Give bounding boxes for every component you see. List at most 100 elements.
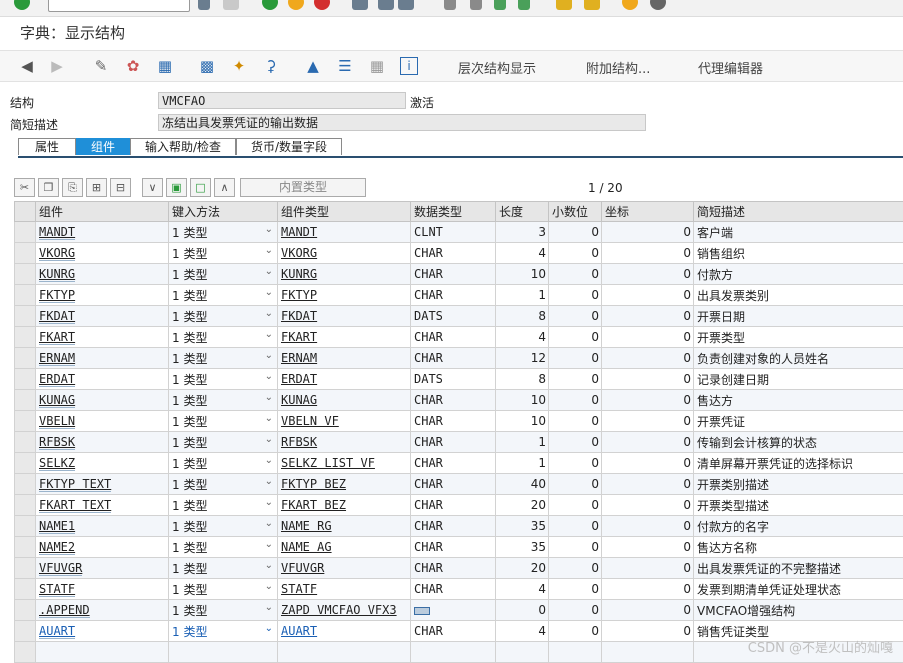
component-name[interactable]: .APPEND (39, 603, 90, 618)
table-row[interactable]: FKTYP1 类型⌄FKTYPCHAR100出具发票类别 (15, 285, 903, 306)
display-object-list-icon[interactable]: ☰ (336, 57, 354, 75)
activate-icon[interactable]: ▩ (198, 57, 216, 75)
last-page-icon[interactable] (518, 0, 530, 10)
component-name[interactable]: ERDAT (39, 372, 75, 387)
table-row[interactable]: KUNRG1 类型⌄KUNRGCHAR1000付款方 (15, 264, 903, 285)
table-row[interactable]: MANDT1 类型⌄MANDTCLNT300客户端 (15, 222, 903, 243)
chevron-down-icon[interactable]: ⌄ (265, 392, 273, 403)
component-type[interactable]: FKDAT (281, 309, 317, 323)
arrow-left-icon[interactable]: ◀ (18, 57, 36, 75)
typing-method[interactable]: 1 类型 (172, 520, 207, 534)
component-type[interactable]: FKTYP BEZ (281, 477, 346, 491)
select-all-icon[interactable]: ▣ (166, 178, 187, 197)
typing-method[interactable]: 1 类型 (172, 541, 207, 555)
component-type[interactable]: VKORG (281, 246, 317, 260)
typing-method[interactable]: 1 类型 (172, 331, 207, 345)
empty-cell[interactable] (169, 642, 278, 663)
empty-cell[interactable] (278, 642, 411, 663)
builtin-type-button[interactable]: 内置类型 (240, 178, 366, 197)
table-row[interactable]: ERDAT1 类型⌄ERDATDATS800记录创建日期 (15, 369, 903, 390)
table-row[interactable]: VFUVGR1 类型⌄VFUVGRCHAR2000出具发票凭证的不完整描述 (15, 558, 903, 579)
table-row[interactable]: FKDAT1 类型⌄FKDATDATS800开票日期 (15, 306, 903, 327)
back-icon[interactable] (262, 0, 278, 10)
component-type[interactable]: AUART (281, 624, 317, 638)
typing-method[interactable]: 1 类型 (172, 457, 207, 471)
command-field[interactable] (48, 0, 190, 12)
component-name[interactable]: FKTYP (39, 288, 75, 303)
typing-method[interactable]: 1 类型 (172, 394, 207, 408)
component-type[interactable]: ERDAT (281, 372, 317, 386)
component-type[interactable]: FKART BEZ (281, 498, 346, 512)
column-header[interactable]: 数据类型 (411, 202, 496, 222)
tab-attributes[interactable]: 属性 (18, 138, 76, 155)
append-structure-button[interactable]: 附加结构... (586, 58, 650, 77)
column-header[interactable]: 简短描述 (694, 202, 903, 222)
table-row[interactable]: VBELN1 类型⌄VBELN VFCHAR1000开票凭证 (15, 411, 903, 432)
column-header[interactable]: 键入方法 (169, 202, 278, 222)
table-row[interactable]: RFBSK1 类型⌄RFBSKCHAR100传输到会计核算的状态 (15, 432, 903, 453)
print-icon[interactable] (352, 0, 368, 10)
row-selector[interactable] (15, 390, 36, 411)
enter-check-icon[interactable] (14, 0, 30, 10)
chevron-down-icon[interactable]: ⌄ (265, 350, 273, 361)
chevron-down-icon[interactable]: ⌄ (265, 455, 273, 466)
row-selector[interactable] (15, 306, 36, 327)
check-icon[interactable]: ▦ (156, 57, 174, 75)
chevron-down-icon[interactable]: ⌄ (265, 245, 273, 256)
table-icon[interactable]: ▦ (368, 57, 386, 75)
column-header[interactable]: 坐标 (602, 202, 694, 222)
typing-method[interactable]: 1 类型 (172, 583, 207, 597)
typing-method[interactable]: 1 类型 (172, 310, 207, 324)
hierarchy-display-button[interactable]: 层次结构显示 (458, 58, 536, 77)
component-name[interactable]: KUNRG (39, 267, 75, 282)
double-chevron-left-icon[interactable] (198, 0, 210, 10)
expand-icon[interactable]: ∨ (142, 178, 163, 197)
component-type[interactable]: NAME RG (281, 519, 332, 533)
component-type[interactable]: STATF (281, 582, 317, 596)
gear-icon[interactable] (650, 0, 666, 10)
chevron-down-icon[interactable]: ⌄ (265, 602, 273, 613)
row-selector[interactable] (15, 264, 36, 285)
component-type[interactable]: KUNRG (281, 267, 317, 281)
table-row[interactable]: KUNAG1 类型⌄KUNAGCHAR1000售达方 (15, 390, 903, 411)
row-selector[interactable] (15, 411, 36, 432)
tab-input-help[interactable]: 输入帮助/检查 (130, 138, 236, 155)
short-desc-field[interactable]: 冻结出具发票凭证的输出数据 (158, 114, 646, 131)
component-name[interactable]: FKTYP TEXT (39, 477, 111, 492)
empty-cell[interactable] (496, 642, 549, 663)
hierarchy-tree-icon[interactable]: ▲ (304, 57, 322, 75)
component-type[interactable]: FKTYP (281, 288, 317, 302)
paste-row-icon[interactable]: ⎘ (62, 178, 83, 197)
chevron-down-icon[interactable]: ⌄ (265, 518, 273, 529)
find-icon[interactable] (378, 0, 394, 10)
save-icon[interactable] (223, 0, 239, 10)
component-type[interactable]: VBELN VF (281, 414, 339, 428)
typing-method[interactable]: 1 类型 (172, 226, 207, 240)
empty-cell[interactable] (411, 642, 496, 663)
component-type[interactable]: MANDT (281, 225, 317, 239)
component-type[interactable]: SELKZ LIST VF (281, 456, 375, 470)
chevron-down-icon[interactable]: ⌄ (265, 308, 273, 319)
empty-cell[interactable] (602, 642, 694, 663)
tab-currency-quantity[interactable]: 货币/数量字段 (236, 138, 342, 155)
row-selector[interactable] (15, 495, 36, 516)
component-name[interactable]: VFUVGR (39, 561, 82, 576)
delete-row-icon[interactable]: ⊟ (110, 178, 131, 197)
component-name[interactable]: SELKZ (39, 456, 75, 471)
component-name[interactable]: VBELN (39, 414, 75, 429)
create-session-icon[interactable] (556, 0, 572, 10)
table-row[interactable]: ERNAM1 类型⌄ERNAMCHAR1200负责创建对象的人员姓名 (15, 348, 903, 369)
row-selector[interactable] (15, 474, 36, 495)
row-selector[interactable] (15, 642, 36, 663)
insert-row-icon[interactable]: ⊞ (86, 178, 107, 197)
chevron-down-icon[interactable]: ⌄ (265, 287, 273, 298)
row-selector[interactable] (15, 453, 36, 474)
table-row[interactable]: NAME11 类型⌄NAME RGCHAR3500付款方的名字 (15, 516, 903, 537)
row-selector[interactable] (15, 327, 36, 348)
deselect-all-icon[interactable]: □ (190, 178, 211, 197)
magic-wand-icon[interactable]: ✦ (230, 57, 248, 75)
chevron-down-icon[interactable]: ⌄ (265, 560, 273, 571)
find-next-icon[interactable] (398, 0, 414, 10)
typing-method[interactable]: 1 类型 (172, 478, 207, 492)
table-row[interactable]: VKORG1 类型⌄VKORGCHAR400销售组织 (15, 243, 903, 264)
